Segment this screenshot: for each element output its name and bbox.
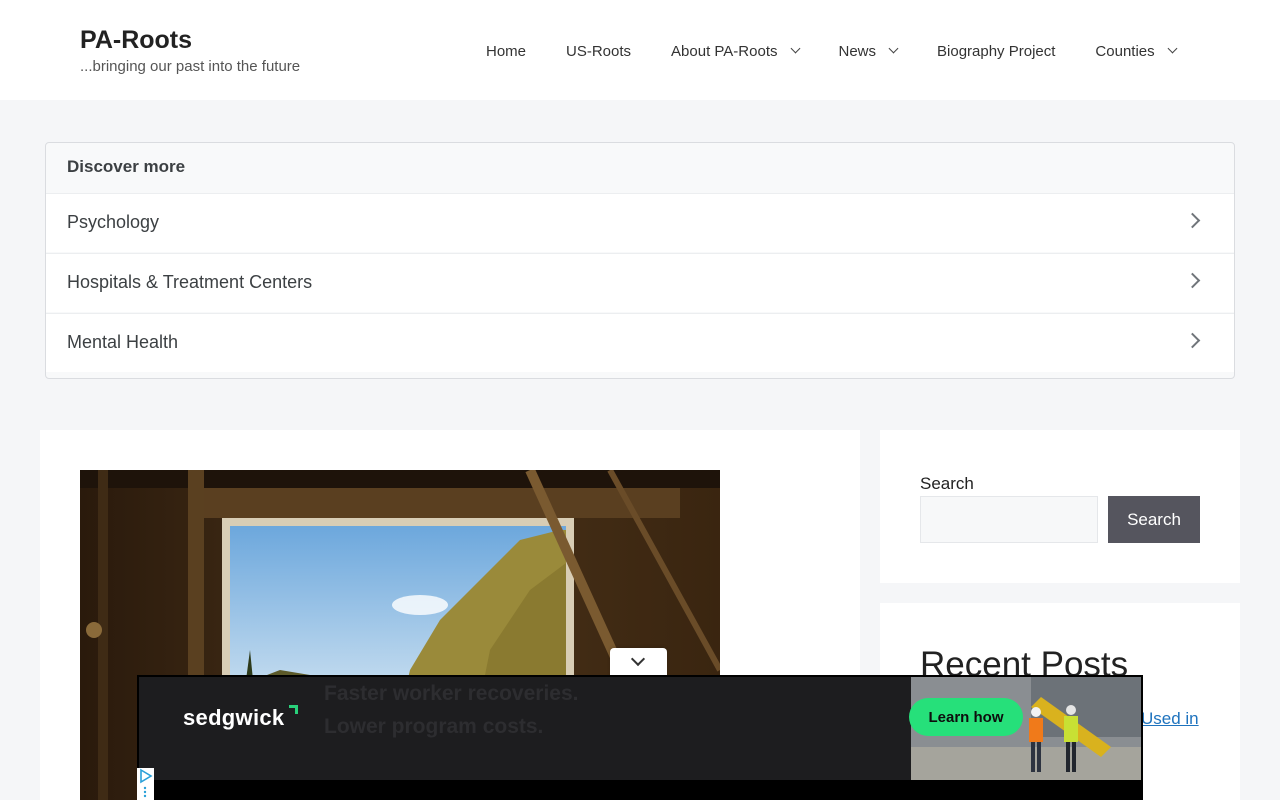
nav-item-label: Biography Project	[937, 42, 1056, 60]
nav-item-label: Home	[486, 42, 527, 60]
ad-brand-logo: sedgwick	[183, 705, 285, 730]
nav-item-label: News	[838, 42, 877, 60]
nav-item-biography-project[interactable]: Biography Project	[937, 43, 1055, 60]
ad-headline: Faster worker recoveries. Lower program …	[324, 677, 578, 743]
nav-item-label: About PA-Roots	[671, 42, 778, 60]
discover-item-label: Psychology	[67, 212, 160, 232]
ad-logo-mark-icon	[289, 705, 298, 714]
discover-item-hospitals[interactable]: Hospitals & Treatment Centers	[46, 253, 1234, 312]
nav-item-home[interactable]: Home	[486, 43, 526, 60]
nav-item-counties[interactable]: Counties	[1095, 42, 1178, 60]
chevron-down-icon[interactable]	[790, 43, 800, 54]
discover-item-label: Hospitals & Treatment Centers	[67, 272, 313, 292]
search-label: Search	[920, 474, 974, 493]
site-header: PA-Roots ...bringing our past into the f…	[0, 0, 1280, 100]
recent-post-link[interactable]: Used in	[1141, 709, 1199, 729]
chevron-down-icon[interactable]	[1167, 43, 1178, 54]
chevron-right-icon	[1184, 332, 1201, 349]
ad-collapse-toggle[interactable]	[610, 648, 667, 677]
chevron-down-icon	[630, 651, 646, 667]
chevron-right-icon	[1184, 272, 1201, 289]
ad-headline-line: Lower program costs.	[324, 715, 544, 738]
discover-item-psychology[interactable]: Psychology	[46, 193, 1234, 252]
discover-more-panel: Discover more Psychology Hospitals & Tre…	[45, 142, 1235, 379]
nav-item-label: Counties	[1095, 42, 1155, 60]
nav-item-news[interactable]: News	[838, 42, 899, 60]
discover-item-mental-health[interactable]: Mental Health	[46, 313, 1234, 372]
nav-item-us-roots[interactable]: US-Roots	[566, 43, 631, 60]
ad-learn-how-button[interactable]: Learn how	[909, 698, 1023, 736]
discover-more-title: Discover more	[67, 157, 186, 176]
search-button[interactable]: Search	[1108, 496, 1200, 543]
nav-item-about[interactable]: About PA-Roots	[671, 42, 800, 60]
chevron-down-icon[interactable]	[888, 43, 899, 54]
discover-item-label: Mental Health	[67, 332, 179, 352]
site-tagline: ...bringing our past into the future	[80, 58, 301, 75]
ad-headline-line: Faster worker recoveries.	[324, 682, 579, 705]
nav-item-label: US-Roots	[566, 42, 632, 60]
ad-choices-icon[interactable]	[137, 768, 154, 800]
ad-creative[interactable]: Faster worker recoveries. Lower program …	[139, 677, 1141, 780]
search-input[interactable]	[920, 496, 1098, 543]
chevron-right-icon	[1184, 212, 1201, 229]
search-widget: Search Search	[880, 430, 1240, 583]
site-title[interactable]: PA-Roots	[80, 26, 192, 55]
main-nav: Home US-Roots About PA-Roots News Biogra…	[486, 38, 1178, 64]
anchor-ad: Faster worker recoveries. Lower program …	[137, 675, 1143, 800]
